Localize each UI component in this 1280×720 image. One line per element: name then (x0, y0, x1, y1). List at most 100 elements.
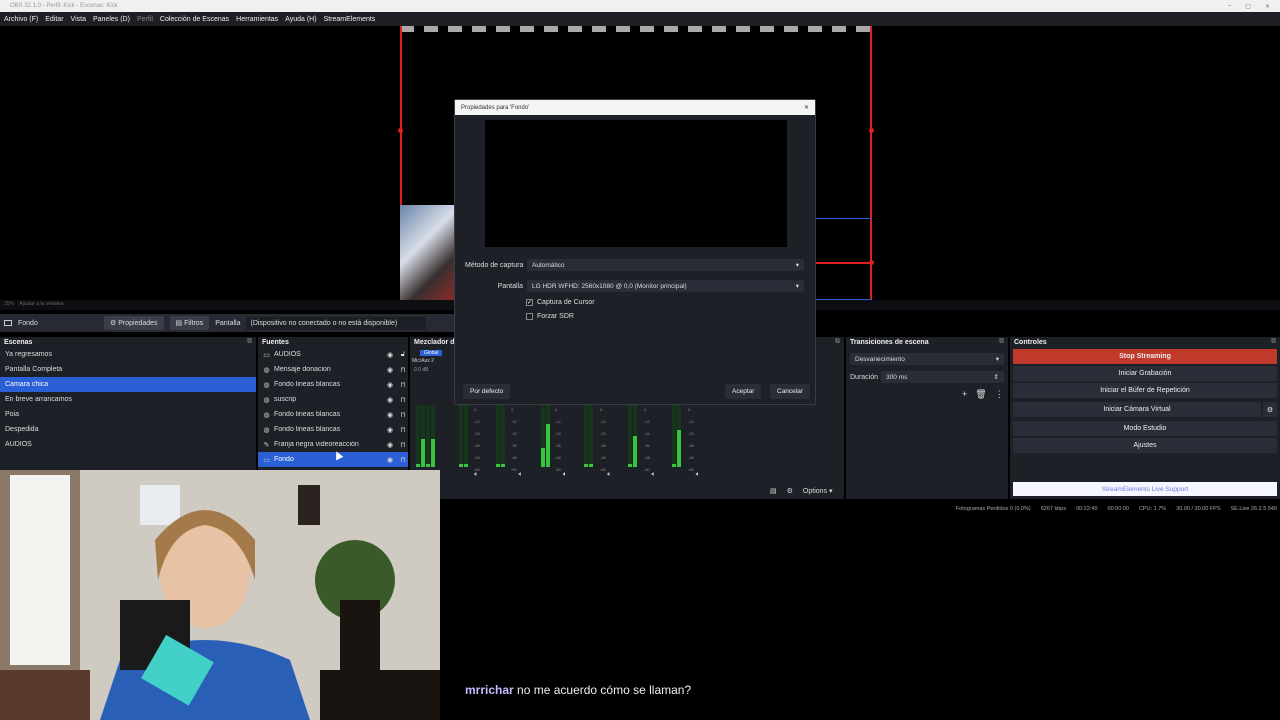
popout-icon[interactable]: ⧉ (247, 338, 252, 346)
eye-icon[interactable]: ◉ (385, 441, 395, 449)
spinner-icon[interactable]: ⇕ (994, 373, 999, 381)
meter-fill (589, 463, 593, 467)
filters-button[interactable]: ▤ Filtros (169, 316, 210, 330)
meter-tick-label: -48 (688, 455, 694, 460)
volume-icon[interactable]: 🔈︎ (651, 471, 655, 481)
volume-icon[interactable]: 🔈︎ (563, 471, 567, 481)
volume-icon[interactable]: 🔈︎ (474, 471, 478, 481)
meter-tick-label: -36 (600, 443, 606, 448)
menu-paneles[interactable]: Paneles (D) (93, 16, 130, 23)
cursor-checkbox[interactable]: ✓ (526, 299, 533, 306)
close-icon[interactable]: ✕ (804, 104, 809, 111)
dropped-frames: Fotogramas Perdidos 0 (0,0%) (955, 506, 1031, 512)
menu-coleccion-escenas[interactable]: Colección de Escenas (160, 16, 229, 23)
volume-icon[interactable]: 🔈︎ (607, 471, 611, 481)
settings-button[interactable]: Ajustes (1013, 438, 1277, 453)
more-icon[interactable]: ⋮ (995, 389, 1004, 400)
eye-icon[interactable]: ◉ (385, 351, 395, 359)
lock-icon[interactable]: ⊓ (398, 396, 408, 404)
sdr-checkbox[interactable] (526, 313, 533, 320)
properties-button[interactable]: ⚙ Propiedades (104, 316, 164, 330)
menu-editar[interactable]: Editar (45, 16, 63, 23)
lock-icon[interactable]: 🔓︎ (398, 351, 408, 359)
fit-window-button[interactable]: Ajustar a la ventana (19, 301, 63, 307)
scenes-header: Escenas ⧉ (0, 337, 256, 347)
scene-item[interactable]: AUDIOS (0, 437, 256, 452)
resize-handle[interactable] (869, 128, 874, 133)
scene-item-selected[interactable]: Camara chica (0, 377, 256, 392)
source-item[interactable]: ◍ Mensaje donacion ◉ ⊓ (258, 362, 408, 377)
add-icon[interactable]: + (962, 389, 967, 400)
meter-bar (672, 405, 676, 467)
studio-mode-button[interactable]: Modo Estudio (1013, 421, 1277, 436)
duration-spinner[interactable]: 300 ms ⇕ (881, 371, 1004, 383)
eye-icon[interactable]: ◉ (385, 366, 395, 374)
menu-herramientas[interactable]: Herramientas (236, 16, 278, 23)
resize-handle[interactable] (398, 128, 403, 133)
zoom-level[interactable]: 25% (4, 301, 14, 307)
lock-icon[interactable]: ⊓ (398, 381, 408, 389)
meter-tick-label: -12 (511, 419, 517, 424)
meter-bar (496, 405, 500, 467)
eye-icon[interactable]: ◉ (385, 456, 395, 464)
volume-icon[interactable]: 🔈︎ (519, 471, 523, 481)
lock-icon[interactable]: ⊓ (398, 366, 408, 374)
popout-icon[interactable]: ⧉ (999, 338, 1004, 346)
capture-method-label: Método de captura (465, 261, 524, 269)
scene-item[interactable]: Pantalla Completa (0, 362, 256, 377)
menu-ayuda[interactable]: Ayuda (H) (285, 16, 316, 23)
menu-vista[interactable]: Vista (71, 16, 86, 23)
maximize-icon[interactable]: ▢ (1245, 3, 1251, 10)
replay-buffer-button[interactable]: Iniciar el Búfer de Repetición (1013, 383, 1277, 398)
start-recording-button[interactable]: Iniciar Grabación (1013, 366, 1277, 381)
lock-icon[interactable]: ⊓ (398, 456, 408, 464)
eye-icon[interactable]: ◉ (385, 426, 395, 434)
gear-icon[interactable]: ⚙ (787, 487, 793, 495)
duration-value: 300 ms (886, 373, 908, 381)
display-select[interactable]: (Dispositivo no conectado o no está disp… (246, 316, 427, 330)
scene-item[interactable]: En breve arrancamos (0, 392, 256, 407)
transition-select[interactable]: Desvanecimiento ▾ (850, 353, 1004, 365)
source-item[interactable]: ✎ Franja negra videoreacción ◉ ⊓ (258, 437, 408, 452)
scene-item[interactable]: Despedida (0, 422, 256, 437)
stop-streaming-button[interactable]: Stop Streaming (1013, 349, 1277, 364)
meter-bar (589, 405, 593, 467)
source-item[interactable]: ▭ AUDIOS ◉ 🔓︎ (258, 347, 408, 362)
meter-fill (633, 436, 637, 467)
lock-icon[interactable]: ⊓ (398, 441, 408, 449)
capture-method-select[interactable]: Automático ▾ (527, 259, 804, 271)
meter-fill (421, 439, 425, 467)
global-badge: Global (420, 350, 443, 356)
popout-icon[interactable]: ⧉ (835, 338, 840, 346)
screen-select[interactable]: LG HDR WFHD: 2560x1080 @ 0,0 (Monitor pr… (527, 280, 804, 292)
menu-streamelements[interactable]: StreamElements (324, 16, 376, 23)
defaults-button[interactable]: Por defecto (463, 384, 511, 399)
menu-archivo[interactable]: Archivo (F) (4, 16, 38, 23)
volume-icon[interactable]: 🔈︎ (696, 471, 700, 481)
popout-icon[interactable]: ⧉ (1271, 338, 1276, 346)
source-item[interactable]: ◍ Fondo lineas blancas ◉ ⊓ (258, 422, 408, 437)
ok-button[interactable]: Aceptar (725, 384, 762, 399)
se-live-support-button[interactable]: StreamElements Live Support (1013, 482, 1277, 496)
scene-item[interactable]: Ya regresamos (0, 347, 256, 362)
source-item[interactable]: ◍ Fondo lineas blancas ◉ ⊓ (258, 407, 408, 422)
options-button[interactable]: Options ▾ (803, 487, 833, 495)
lock-icon[interactable]: ⊓ (398, 411, 408, 419)
trash-icon[interactable]: 🗑︎ (975, 389, 986, 400)
eye-icon[interactable]: ◉ (385, 381, 395, 389)
minimize-icon[interactable]: – (1228, 3, 1231, 10)
virtual-camera-button[interactable]: Iniciar Cámara Virtual (1013, 402, 1261, 417)
menu-perfil[interactable]: Perfil (137, 16, 153, 23)
cancel-button[interactable]: Cancelar (770, 384, 811, 399)
cursor-label: Captura de Cursor (537, 299, 595, 306)
source-item[interactable]: ◍ Fondo lineas blancas ◉ ⊓ (258, 377, 408, 392)
eye-icon[interactable]: ◉ (385, 411, 395, 419)
gear-icon[interactable]: ⚙ (1263, 402, 1277, 417)
layout-icon[interactable]: ▤ (770, 487, 777, 495)
scene-item[interactable]: Poia (0, 407, 256, 422)
eye-icon[interactable]: ◉ (385, 396, 395, 404)
lock-icon[interactable]: ⊓ (398, 426, 408, 434)
meter-bar (459, 405, 463, 467)
source-item[interactable]: ◍ suscrip ◉ ⊓ (258, 392, 408, 407)
close-icon[interactable]: ✕ (1265, 3, 1270, 10)
